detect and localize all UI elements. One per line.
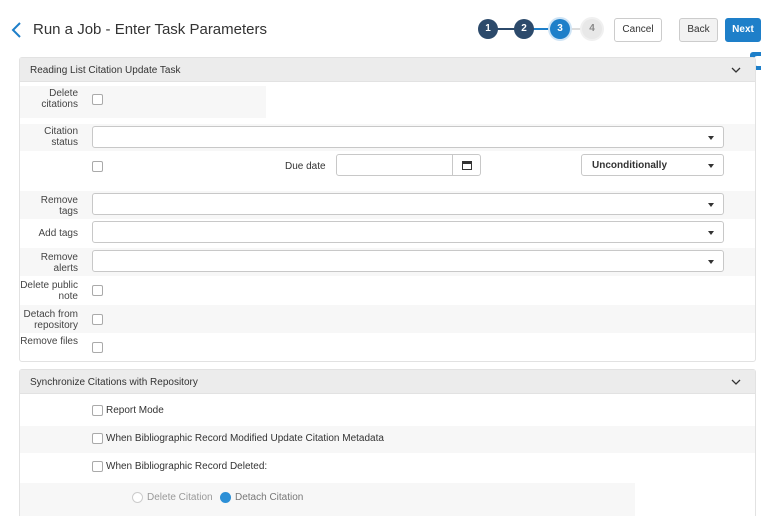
detach-citation-radio[interactable] [220,492,231,503]
synchronize-citations-panel: Synchronize Citations with Repository Re… [19,369,756,516]
due-date-checkbox[interactable] [92,161,103,172]
detach-repository-row: Detach from repository [20,305,755,333]
step-2: 2 [514,19,534,39]
step-4: 4 [582,19,602,39]
add-tags-row: Add tags [20,220,755,248]
field-label: Delete citations [41,88,78,110]
report-mode-label: Report Mode [106,405,164,416]
delete-public-note-row: Delete public note [20,277,755,304]
due-date-input[interactable] [336,154,481,176]
field-label: Citation status [44,126,78,148]
remove-alerts-select[interactable] [92,250,724,272]
delete-citation-label: Delete Citation [147,492,213,503]
select-value: Unconditionally [592,160,667,171]
panel-header[interactable]: Reading List Citation Update Task [20,58,755,82]
panel-title: Reading List Citation Update Task [30,65,181,76]
remove-files-row: Remove files [20,334,755,361]
remove-tags-row: Remove tags [20,191,755,219]
caret-down-icon [708,164,714,168]
remove-files-checkbox[interactable] [92,342,103,353]
calendar-button[interactable] [452,155,480,175]
modified-update-checkbox[interactable] [92,433,103,444]
citation-status-select[interactable] [92,126,724,148]
back-button[interactable]: Back [679,18,718,42]
caret-down-icon [708,231,714,235]
next-button[interactable]: Next [725,18,761,42]
field-label: Add tags [38,228,78,239]
chevron-left-icon[interactable] [10,21,24,39]
reading-list-citation-update-panel: Reading List Citation Update Task Delete… [19,57,756,362]
caret-down-icon [708,203,714,207]
record-deleted-label: When Bibliographic Record Deleted: [106,461,268,472]
citation-status-row: Citation status [20,124,755,151]
modified-update-row: When Bibliographic Record Modified Updat… [20,426,755,453]
step-1: 1 [478,19,498,39]
calendar-icon [462,161,472,170]
wizard-stepper: 1 2 3 4 [478,19,602,39]
delete-citations-row: Delete citations [20,82,755,121]
field-label: Remove files [20,336,78,347]
chevron-down-icon[interactable] [731,378,741,386]
remove-tags-select[interactable] [92,193,724,215]
field-label: Delete public note [20,280,78,302]
modified-update-label: When Bibliographic Record Modified Updat… [106,433,384,444]
detach-repository-checkbox[interactable] [92,314,103,325]
field-label: Detach from repository [23,309,78,331]
step-3: 3 [550,19,570,39]
remove-alerts-row: Remove alerts [20,248,755,276]
caret-down-icon [708,260,714,264]
panel-header[interactable]: Synchronize Citations with Repository [20,370,755,394]
deleted-action-options: Delete Citation Detach Citation [20,483,635,516]
page-header: Run a Job - Enter Task Parameters 1 2 3 … [0,0,761,56]
page-title: Run a Job - Enter Task Parameters [33,21,267,38]
report-mode-checkbox[interactable] [92,405,103,416]
detach-citation-label: Detach Citation [235,492,304,503]
report-mode-row: Report Mode [20,397,755,424]
record-deleted-checkbox[interactable] [92,461,103,472]
field-label: Remove tags [40,195,78,217]
cancel-button[interactable]: Cancel [614,18,662,42]
due-date-row: Due date Unconditionally [20,153,755,181]
field-label: Remove alerts [40,252,78,274]
due-date-label: Due date [285,161,326,172]
add-tags-select[interactable] [92,221,724,243]
caret-down-icon [708,136,714,140]
record-deleted-row: When Bibliographic Record Deleted: [20,454,755,481]
due-date-condition-select[interactable]: Unconditionally [581,154,724,176]
chevron-down-icon[interactable] [731,66,741,74]
delete-citations-checkbox[interactable] [92,94,103,105]
panel-title: Synchronize Citations with Repository [30,377,198,388]
delete-citation-radio[interactable] [132,492,143,503]
delete-public-note-checkbox[interactable] [92,285,103,296]
